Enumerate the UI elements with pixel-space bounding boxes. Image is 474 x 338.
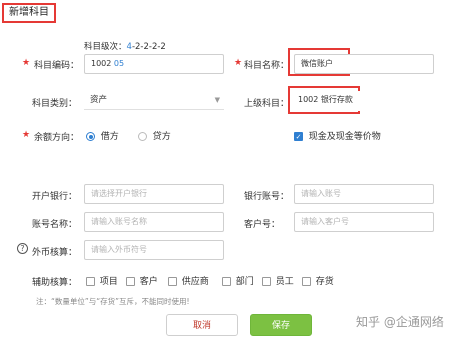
code-label: 科目编码： [34,61,80,71]
account-name-placeholder: 请输入账号名称 [91,217,147,226]
aux-item[interactable]: 存货 [302,274,334,287]
aux-item-label: 部门 [235,277,254,287]
debit-radio[interactable] [86,132,95,141]
caret-down-icon: ▼ [214,96,220,104]
aux-item-label: 员工 [275,277,294,287]
aux-checkbox[interactable] [126,277,135,286]
cancel-button[interactable]: 取消 [166,314,238,336]
save-button[interactable]: 保存 [250,314,312,336]
parent-field: 1002 银行存款 [294,91,434,111]
aux-item-label: 存货 [315,277,334,287]
aux-item[interactable]: 员工 [262,274,294,287]
dialog-title: 新增科目 [2,3,56,23]
balance-label: 余额方向： [34,133,80,143]
bank-account-input[interactable]: 请输入账号 [294,184,434,204]
cash-checkbox-group[interactable]: ✓ 现金及现金等价物 [294,129,381,142]
bank-select[interactable]: 请选择开户银行 [84,184,224,204]
debit-label: 借方 [100,132,119,142]
aux-item[interactable]: 项目 [86,274,118,287]
bank-placeholder: 请选择开户银行 [91,189,147,198]
code-prefix: 1002 [91,59,114,68]
note-text: 注：“数量单位”与“存货”互斥，不能同时使用! [36,297,190,306]
aux-checkbox[interactable] [302,277,311,286]
category-value: 资产 [90,95,108,105]
aux-label: 辅助核算： [32,278,78,288]
checkmark-icon[interactable]: ✓ [294,132,303,141]
bank-account-placeholder: 请输入账号 [301,189,341,198]
aux-checkbox[interactable] [262,277,271,286]
aux-item-label: 项目 [99,277,118,287]
category-select[interactable]: 资产 ▼ [84,90,224,110]
credit-radio[interactable] [138,132,147,141]
currency-input[interactable]: 请输入外币符号 [84,240,224,260]
customer-no-label: 客户号： [244,220,281,230]
aux-item[interactable]: 供应商 [168,274,209,287]
required-marker: ★ [22,58,31,68]
name-label: 科目名称： [244,61,290,71]
code-suffix: 05 [113,59,125,68]
level-info: 科目级次：4-2-2-2-2 [84,40,166,52]
name-input[interactable]: 微信账户 [294,54,434,74]
level-rest: -2-2-2-2 [131,42,166,52]
account-name-label: 账号名称： [32,220,78,230]
required-marker: ★ [234,58,243,68]
code-input[interactable]: 1002 05 [84,54,224,74]
currency-placeholder: 请输入外币符号 [91,245,147,254]
watermark: 知乎 @企通网络 [356,315,444,329]
aux-item[interactable]: 客户 [126,274,158,287]
category-label: 科目类别： [32,99,78,109]
customer-no-placeholder: 请输入客户号 [301,217,349,226]
level-prefix: 科目级次： [84,42,127,52]
aux-checkbox[interactable] [86,277,95,286]
bank-account-label: 银行账号： [244,192,290,202]
help-icon[interactable]: ? [17,243,28,254]
bank-label: 开户银行： [32,192,78,202]
credit-radio-group[interactable]: 贷方 [138,129,171,142]
currency-label: 外币核算： [32,248,78,258]
aux-item[interactable]: 部门 [222,274,254,287]
name-value: 微信账户 [301,59,333,68]
cash-label: 现金及现金等价物 [308,132,381,142]
parent-value: 1002 银行存款 [298,95,353,104]
account-name-input[interactable]: 请输入账号名称 [84,212,224,232]
aux-checkbox[interactable] [222,277,231,286]
aux-item-label: 客户 [139,277,158,287]
customer-no-input[interactable]: 请输入客户号 [294,212,434,232]
parent-label: 上级科目： [244,99,290,109]
credit-label: 贷方 [152,132,171,142]
debit-radio-group[interactable]: 借方 [86,129,119,142]
required-marker: ★ [22,130,31,140]
aux-item-label: 供应商 [181,277,209,287]
aux-checkbox[interactable] [168,277,177,286]
